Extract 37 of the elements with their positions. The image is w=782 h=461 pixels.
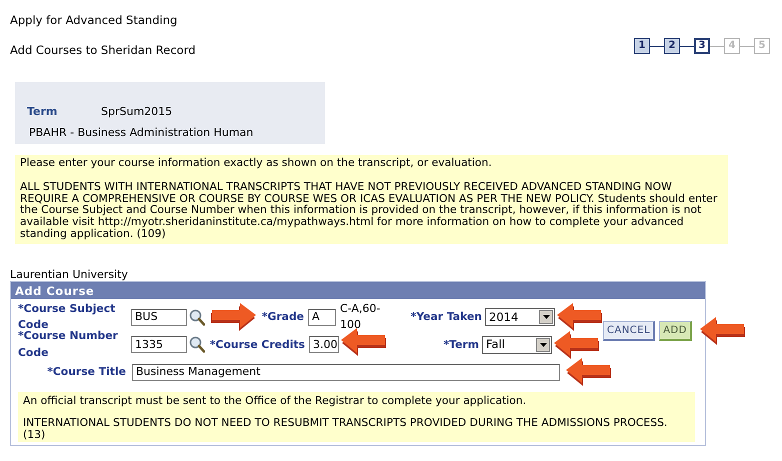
page-subtitle: Add Courses to Sheridan Record [10, 42, 196, 58]
caret-icon [542, 315, 550, 320]
cancel-button[interactable]: CANCEL [603, 321, 656, 342]
field-label: *Course Number Code [18, 329, 118, 359]
field-label: *Course Credits [210, 338, 305, 351]
step-indicator: 5 [754, 38, 770, 54]
instruction-text: Please enter your course information exactly as shown on the transcript, or evaluation. [20, 157, 493, 169]
add-button[interactable]: ADD [659, 321, 692, 342]
program-name: PBAHR - Business Administration Human [29, 125, 254, 141]
grade-field[interactable]: A [308, 308, 336, 326]
subject-code-field[interactable]: BUS [131, 308, 187, 326]
term-value: SprSum2015 [101, 105, 172, 118]
course-number-field[interactable]: 1335 [131, 336, 187, 354]
course-title-field[interactable]: Business Management [132, 364, 560, 381]
institution-name: Laurentian University [10, 268, 128, 281]
grade-hint: C-A,60-100 [339, 300, 382, 334]
panel-header: Add Course [11, 282, 705, 299]
field-label: *Term [444, 338, 479, 351]
step-indicator: 4 [724, 38, 740, 54]
page-title: Apply for Advanced Standing [10, 12, 178, 28]
instruction-text: ALL STUDENTS WITH INTERNATIONAL TRANSCRIPTS THAT HAVE NOT PREVIOUSLY RECEIVED ADVANCED STANDING NOW REQUIRE A COMPREHENSIVE OR COURSE BY COURSE WES OR ICAS EVALUATION AS PER THE NEW POLICY. Students should enter the Course Subject and Course Number when this information is provided on the transcript, however, if this information is not available visit http://myotr.sheridaninstitute.ca/mypathways.html for more information on how to complete your advanced standing application. (109) [20, 180, 718, 240]
course-credits-field[interactable]: 3.00 [309, 336, 339, 354]
step-indicator[interactable]: 2 [664, 38, 680, 54]
field-label: *Year Taken [410, 310, 482, 324]
term-label: Term [27, 104, 58, 120]
search-icon[interactable] [189, 336, 205, 354]
search-icon[interactable] [189, 308, 205, 326]
field-label: *Course Subject Code [18, 302, 116, 332]
caret-icon [540, 342, 546, 347]
step-indicator[interactable]: 1 [634, 38, 650, 54]
year-taken-dropdown[interactable]: 2014 [485, 308, 555, 326]
field-label: *Grade [262, 310, 304, 324]
step-indicator[interactable]: 3 [694, 38, 710, 54]
field-label: *Course Title [47, 365, 126, 378]
notice-text: An official transcript must be sent to the Office of the Registrar to complete your application. [23, 394, 528, 407]
notice-text: INTERNATIONAL STUDENTS DO NOT NEED TO RESUBMIT TRANSCRIPTS PROVIDED DURING THE ADMISSIONS PROCESS. (13) [23, 416, 668, 441]
term-dropdown[interactable]: Fall [482, 336, 552, 354]
